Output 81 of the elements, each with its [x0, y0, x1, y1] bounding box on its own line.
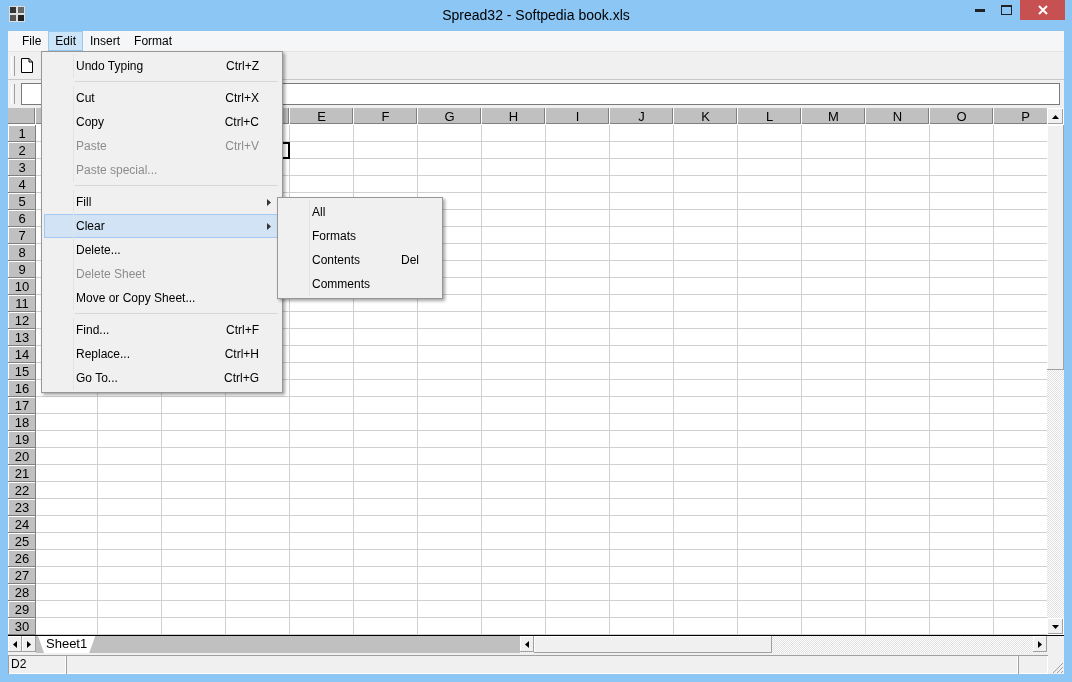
- column-header[interactable]: M: [802, 108, 866, 125]
- scroll-right-icon[interactable]: [1038, 640, 1042, 648]
- column-header[interactable]: I: [546, 108, 610, 125]
- row-header[interactable]: 10: [8, 278, 36, 295]
- menu-item[interactable]: Go To... Ctrl+G: [44, 366, 280, 390]
- row-header[interactable]: 8: [8, 244, 36, 261]
- row-header[interactable]: 14: [8, 346, 36, 363]
- scroll-left-icon[interactable]: [13, 640, 17, 648]
- menu-item[interactable]: All: [280, 200, 440, 224]
- row-header[interactable]: 9: [8, 261, 36, 278]
- row-header[interactable]: 15: [8, 363, 36, 380]
- column-header[interactable]: E: [290, 108, 354, 125]
- scrollbar-thumb[interactable]: [534, 636, 772, 653]
- column-header[interactable]: F: [354, 108, 418, 125]
- cell-reference: D2: [8, 655, 66, 674]
- column-header[interactable]: O: [930, 108, 994, 125]
- menu-item[interactable]: Format: [127, 31, 180, 51]
- row-header[interactable]: 6: [8, 210, 36, 227]
- close-icon: [1037, 5, 1048, 15]
- close-button[interactable]: [1020, 0, 1065, 20]
- row-header[interactable]: 13: [8, 329, 36, 346]
- row-header[interactable]: 19: [8, 431, 36, 448]
- row-header[interactable]: 12: [8, 312, 36, 329]
- new-document-icon[interactable]: [21, 58, 33, 73]
- row-header[interactable]: 21: [8, 465, 36, 482]
- scrollbar-thumb[interactable]: [1047, 125, 1064, 370]
- resize-grip-icon[interactable]: [1052, 662, 1064, 674]
- row-header[interactable]: 22: [8, 482, 36, 499]
- menu-item[interactable]: Find... Ctrl+F: [44, 318, 280, 342]
- corner-cell[interactable]: [8, 108, 36, 125]
- scroll-left-icon[interactable]: [525, 640, 529, 648]
- row-header[interactable]: 1: [8, 125, 36, 142]
- row-header[interactable]: 16: [8, 380, 36, 397]
- row-header[interactable]: 27: [8, 567, 36, 584]
- row-header[interactable]: 17: [8, 397, 36, 414]
- column-header[interactable]: L: [738, 108, 802, 125]
- menu-item[interactable]: Contents Del: [280, 248, 440, 272]
- vertical-scrollbar[interactable]: [1047, 108, 1064, 635]
- minimize-icon: [974, 8, 985, 12]
- row-header[interactable]: 2: [8, 142, 36, 159]
- row-header[interactable]: 29: [8, 601, 36, 618]
- menu-item[interactable]: Fill: [44, 190, 280, 214]
- horizontal-scrollbar[interactable]: [520, 636, 1047, 653]
- app-icon: [9, 6, 25, 22]
- menu-item[interactable]: Cut Ctrl+X: [44, 86, 280, 110]
- row-header[interactable]: 26: [8, 550, 36, 567]
- row-header[interactable]: 20: [8, 448, 36, 465]
- row-header[interactable]: 25: [8, 533, 36, 550]
- column-header[interactable]: G: [418, 108, 482, 125]
- menu-item[interactable]: Comments: [280, 272, 440, 296]
- window-title: Spread32 - Softpedia book.xls: [442, 7, 630, 23]
- menu-item[interactable]: Replace... Ctrl+H: [44, 342, 280, 366]
- row-header[interactable]: 5: [8, 193, 36, 210]
- scroll-down-icon[interactable]: [1052, 624, 1059, 629]
- column-header[interactable]: H: [482, 108, 546, 125]
- column-header[interactable]: K: [674, 108, 738, 125]
- column-header[interactable]: P: [994, 108, 1047, 125]
- row-header[interactable]: 28: [8, 584, 36, 601]
- menu-item[interactable]: File: [15, 31, 49, 51]
- scroll-right-icon[interactable]: [27, 640, 31, 648]
- menu-item[interactable]: Formats: [280, 224, 440, 248]
- row-header[interactable]: 18: [8, 414, 36, 431]
- menu-item[interactable]: Delete...: [44, 238, 280, 262]
- row-header[interactable]: 3: [8, 159, 36, 176]
- menu-item[interactable]: Move or Copy Sheet...: [44, 286, 280, 310]
- maximize-icon: [1001, 5, 1012, 15]
- row-header[interactable]: 23: [8, 499, 36, 516]
- sheet-tab[interactable]: Sheet1: [38, 636, 96, 653]
- column-header[interactable]: J: [610, 108, 674, 125]
- menu-item[interactable]: Insert: [83, 31, 128, 51]
- row-header[interactable]: 7: [8, 227, 36, 244]
- menu-item[interactable]: Edit: [48, 31, 84, 51]
- menu-item[interactable]: Undo Typing Ctrl+Z: [44, 54, 280, 78]
- scroll-up-icon[interactable]: [1052, 114, 1059, 119]
- row-header[interactable]: 24: [8, 516, 36, 533]
- row-header[interactable]: 4: [8, 176, 36, 193]
- row-header[interactable]: 11: [8, 295, 36, 312]
- menu-item[interactable]: Clear: [44, 214, 280, 238]
- row-header[interactable]: 30: [8, 618, 36, 635]
- menu-item[interactable]: Copy Ctrl+C: [44, 110, 280, 134]
- column-header[interactable]: N: [866, 108, 930, 125]
